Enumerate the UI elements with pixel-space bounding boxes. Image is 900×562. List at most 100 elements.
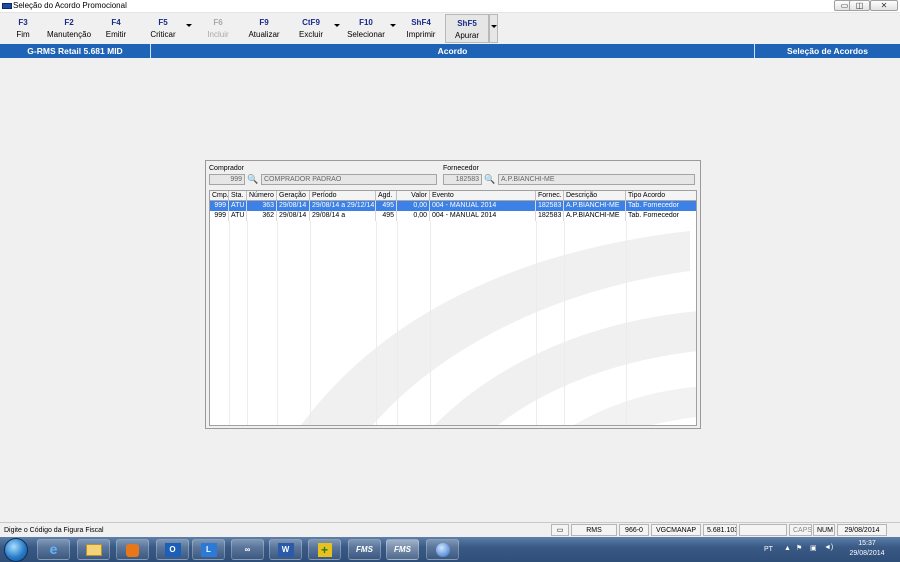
network-icon[interactable]: ▣ [810,544,817,552]
selecionar-label: Selecionar [347,30,385,39]
status-version: 5.681.1030 [703,524,737,536]
internet-explorer-icon[interactable]: e [37,539,70,560]
emitir-button[interactable]: F4 Emitir [97,14,135,43]
clipboard-icon[interactable]: ▭ [551,524,569,536]
fornecedor-name-field: A.P.BIANCHI-ME [498,174,695,185]
clock-date[interactable]: 29/08/2014 [845,550,889,557]
installer-icon[interactable]: + [308,539,341,560]
incluir-button[interactable]: F6 Incluir [198,14,238,43]
atualizar-key: F9 [259,18,269,27]
grid-line [564,221,565,425]
atualizar-label: Atualizar [248,30,280,39]
fornecedor-lookup-icon[interactable]: 🔍 [484,174,496,185]
apurar-dropdown-button[interactable] [489,14,498,43]
imprimir-label: Imprimir [406,30,436,39]
col-header-descricao[interactable]: Descrição [564,191,626,201]
apurar-button[interactable]: ShF5 Apurar [445,14,489,43]
selection-panel: Comprador 999 🔍 COMPRADOR PADRAO Fornece… [205,160,701,429]
table-row[interactable]: 999 ATU 363 29/08/14 29/08/14 a 29/12/14… [210,201,696,211]
col-header-agd[interactable]: Agd. [376,191,397,201]
col-header-fornec[interactable]: Fornec. [536,191,564,201]
action-center-flag-icon[interactable]: ⚑ [796,544,802,552]
fms-app-active-icon[interactable]: FMS [386,539,419,560]
excluir-dropdown-icon[interactable] [334,24,340,27]
word-icon[interactable]: W [269,539,302,560]
col-header-sta[interactable]: Sta. [229,191,247,201]
toolbar: F3 Fim F2 Manutenção F4 Emitir F5 Critic… [0,14,900,43]
atualizar-button[interactable]: F9 Atualizar [244,14,284,43]
cell-descricao: A.P.BIANCHI-ME [564,201,626,211]
imprimir-button[interactable]: ShF4 Imprimir [400,14,442,43]
col-header-geracao[interactable]: Geração [277,191,310,201]
col-header-periodo[interactable]: Período [310,191,376,201]
selecionar-dropdown-icon[interactable] [390,24,396,27]
sync-icon[interactable]: ∞ [231,539,264,560]
status-bar: Digite o Código da Figura Fiscal ▭ RMS 9… [0,522,900,536]
grid-line [397,221,398,425]
comprador-label: Comprador [209,165,245,172]
app-globe-icon[interactable] [426,539,459,560]
screen-name: Seleção de Acordos [787,46,868,56]
col-header-valor[interactable]: Valor [397,191,430,201]
status-user: VGCMANAP [651,524,701,536]
status-caps: CAPS [789,524,812,536]
col-header-numero[interactable]: Número [247,191,277,201]
col-header-cmp[interactable]: Cmp. [210,191,229,201]
table-row[interactable]: 999 ATU 362 29/08/14 29/08/14 a 495 0,00… [210,211,696,221]
comprador-code-field[interactable]: 999 [209,174,245,185]
cell-tipo-acordo: Tab. Fornecedor [626,201,696,211]
criticar-button[interactable]: F5 Criticar [143,14,183,43]
apurar-key: ShF5 [457,19,477,28]
module-header-bar: G-RMS Retail 5.681 MID Acordo Seleção de… [0,44,900,58]
fim-label: Fim [16,30,30,39]
excluir-button[interactable]: CtF9 Excluir [292,14,330,43]
taskbar: e O L ∞ W + FMS FMS PT ▲ ⚑ ▣ ◄) 15:37 29… [0,537,900,562]
emitir-label: Emitir [105,30,127,39]
criticar-label: Criticar [150,30,176,39]
fms-app-icon[interactable]: FMS [348,539,381,560]
restore-button[interactable]: ◫ [849,0,870,11]
language-indicator[interactable]: PT [764,546,773,553]
grid-line [430,221,431,425]
col-header-evento[interactable]: Evento [430,191,536,201]
fornecedor-code-field[interactable]: 182583 [443,174,482,185]
cell-agd: 495 [376,201,397,211]
agreements-grid[interactable]: Cmp. Sta. Número Geração Período Agd. Va… [209,190,697,426]
cell-periodo: 29/08/14 a 29/12/14 [312,201,376,211]
grid-line [247,221,248,425]
lync-icon[interactable]: L [192,539,225,560]
close-button[interactable]: ✕ [870,0,898,11]
fim-key: F3 [18,18,28,27]
file-explorer-icon[interactable] [77,539,110,560]
cell-tipo-acordo: Tab. Fornecedor [626,211,696,221]
module-name: Acordo [437,46,468,56]
comprador-lookup-icon[interactable]: 🔍 [247,174,259,185]
imprimir-key: ShF4 [411,18,431,27]
excluir-label: Excluir [298,30,323,39]
outlook-icon[interactable]: O [156,539,189,560]
rms-watermark-logo [301,231,696,425]
cell-sta: ATU [229,201,247,211]
selecionar-button[interactable]: F10 Selecionar [344,14,388,43]
cell-valor: 0,00 [397,201,430,211]
cell-fornec: 182583 [536,201,564,211]
clock-time[interactable]: 15:37 [845,540,889,547]
grid-line [310,221,311,425]
apurar-label: Apurar [454,31,479,40]
cell-numero: 363 [247,201,277,211]
media-player-icon[interactable] [116,539,149,560]
col-header-tipo-acordo[interactable]: Tipo Acordo [626,191,696,201]
incluir-label: Incluir [207,30,229,39]
status-date: 29/08/2014 [837,524,887,536]
status-num: NUM [813,524,835,536]
tray-expand-icon[interactable]: ▲ [784,545,791,552]
volume-icon[interactable]: ◄) [824,544,833,551]
excluir-key: CtF9 [302,18,320,27]
manutencao-button[interactable]: F2 Manutenção [44,14,94,43]
fim-button[interactable]: F3 Fim [4,14,42,43]
criticar-dropdown-icon[interactable] [186,24,192,27]
cell-cmp: 999 [210,211,229,221]
start-button[interactable] [4,538,28,562]
grid-line [277,221,278,425]
cell-geracao: 29/08/14 [277,201,310,211]
